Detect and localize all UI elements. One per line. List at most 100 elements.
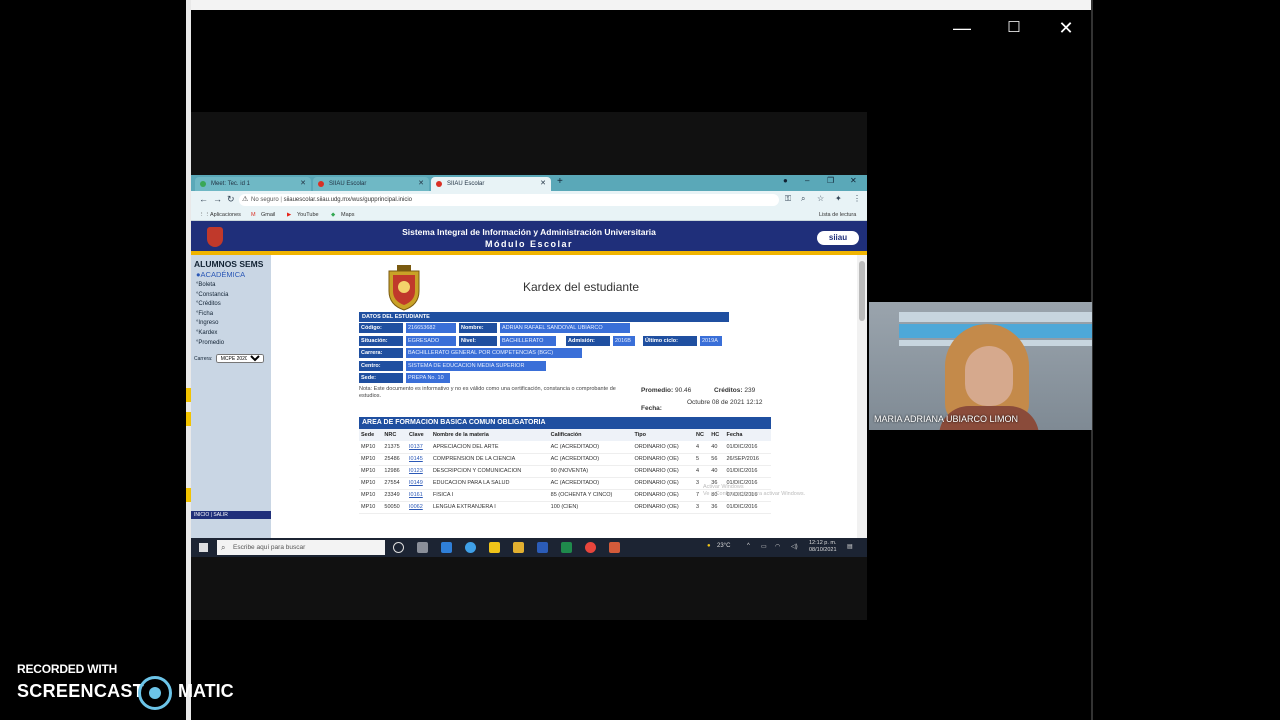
student-data: DATOS DEL ESTUDIANTE Código: 216653682 N…	[359, 312, 729, 385]
bookmark-youtube[interactable]: YouTube	[297, 209, 319, 221]
sidebar-item-constancia[interactable]: °Constancia	[191, 291, 271, 301]
siiau-header: Sistema Integral de Información y Admini…	[191, 221, 867, 255]
network-icon[interactable]: ▭	[761, 543, 767, 550]
cell-hc: 40	[709, 441, 725, 454]
reading-list[interactable]: Lista de lectura	[819, 209, 856, 221]
browser-close-icon[interactable]: ✕	[850, 176, 857, 185]
bookmark-maps[interactable]: Maps	[341, 209, 354, 221]
close-icon[interactable]: ✕	[1055, 17, 1077, 39]
header-subtitle: Módulo Escolar	[484, 239, 573, 249]
cortana-icon[interactable]	[393, 542, 404, 553]
maps-icon: ◆	[331, 212, 336, 218]
meet-favicon-icon	[200, 181, 206, 187]
youtube-icon: ▶	[287, 212, 292, 218]
new-tab-icon[interactable]: +	[557, 176, 563, 187]
student-data-header: DATOS DEL ESTUDIANTE	[359, 312, 729, 322]
col-sede: Sede	[359, 429, 383, 441]
cell-sede: MP10	[359, 441, 383, 454]
participant-video[interactable]: MARIA ADRIANA UBIARCO LIMON	[869, 302, 1092, 430]
profile-icon[interactable]: ●	[783, 176, 788, 185]
tab-close-icon[interactable]: ✕	[418, 177, 424, 191]
extension-icon[interactable]: ✦	[835, 194, 842, 203]
taskbar-clock[interactable]: 12:12 p. m. 08/10/2021	[809, 540, 837, 554]
sidebar-section-academica[interactable]: ●ACADÉMICA	[191, 269, 271, 281]
volume-icon[interactable]: ◁)	[791, 543, 798, 550]
sidebar-item-promedio[interactable]: °Promedio	[191, 339, 271, 349]
sidebar-item-boleta[interactable]: °Boleta	[191, 281, 271, 291]
cell-materia: COMPRENSION DE LA CIENCIA	[430, 453, 549, 466]
fecha-value: Octubre 08 de 2021 12:12	[687, 399, 763, 406]
siiau-logo[interactable]: siiau	[817, 231, 859, 245]
word-icon[interactable]	[537, 542, 548, 553]
gmail-icon: M	[251, 212, 256, 218]
clock-time: 12:12 p. m.	[809, 540, 837, 546]
taskbar-search[interactable]: ⌕ Escribe aquí para buscar	[217, 540, 385, 555]
excel-icon[interactable]	[561, 542, 572, 553]
maximize-icon[interactable]: ☐	[1003, 17, 1025, 39]
creditos-value: 239	[744, 387, 756, 394]
cell-sede: MP10	[359, 465, 383, 478]
sidebar-footer[interactable]: INICIO | SALIR	[191, 511, 271, 519]
cell-calificacion: AC (ACREDITADO)	[548, 453, 633, 466]
cell-hc: 40	[709, 465, 725, 478]
carrera-select[interactable]: MCPE 2020-A	[215, 354, 264, 364]
chrome-icon[interactable]	[585, 542, 596, 553]
cell-clave[interactable]: I0161	[407, 489, 431, 502]
cell-nc: 4	[694, 465, 710, 478]
cell-clave[interactable]: I0062	[407, 501, 431, 514]
cell-clave[interactable]: I0145	[407, 453, 431, 466]
reload-icon[interactable]: ↻	[227, 194, 235, 205]
forward-icon[interactable]: →	[213, 194, 222, 204]
browser-restore-icon[interactable]: ❐	[827, 176, 834, 185]
minimize-icon[interactable]: —	[951, 17, 973, 39]
tab-close-icon[interactable]: ✕	[300, 177, 306, 191]
zoom-icon[interactable]: ⌕	[801, 194, 805, 204]
paint-icon[interactable]	[609, 542, 620, 553]
menu-icon[interactable]: ⋮	[853, 194, 861, 203]
task-view-icon[interactable]	[417, 542, 428, 553]
col-nrc: NRC	[382, 429, 408, 441]
key-icon[interactable]: ⚿	[785, 194, 791, 204]
participant-name: MARIA ADRIANA UBIARCO LIMON	[874, 414, 1019, 424]
sidebar-item-creditos[interactable]: °Créditos	[191, 300, 271, 310]
nivel-label: Nivel:	[459, 335, 497, 346]
cell-materia: LENGUA EXTRANJERA I	[430, 501, 549, 514]
page-scrollbar[interactable]	[857, 255, 867, 549]
back-icon[interactable]: ←	[199, 194, 208, 204]
edge-icon[interactable]	[465, 542, 476, 553]
cell-calificacion: 85 (OCHENTA Y CINCO)	[548, 489, 633, 502]
table-row: MP10 25486 I0145 COMPRENSION DE LA CIENCIA A…	[359, 453, 771, 466]
tab-siiau-2[interactable]: SIIAU Escolar ✕	[431, 177, 551, 191]
wifi-icon[interactable]: ◠	[775, 543, 780, 550]
tab-meet[interactable]: Meet: Tec. id 1 ✕	[195, 177, 311, 191]
bookmark-gmail[interactable]: Gmail	[261, 209, 275, 221]
tray-chevron-icon[interactable]: ^	[747, 543, 750, 549]
security-label: No seguro	[251, 197, 279, 203]
file-explorer-icon[interactable]	[513, 542, 524, 553]
cell-clave[interactable]: I0123	[407, 465, 431, 478]
sidebar-item-kardex[interactable]: °Kardex	[191, 329, 271, 339]
cell-nrc: 23349	[382, 489, 408, 502]
cell-materia: APRECIACION DEL ARTE	[430, 441, 549, 454]
area-header: AREA DE FORMACION BASICA COMUN OBLIGATOR…	[359, 417, 771, 429]
browser-minimize-icon[interactable]: –	[805, 176, 809, 185]
sidebar-title: ALUMNOS SEMS	[194, 259, 264, 269]
notifications-icon[interactable]: ▤	[847, 543, 853, 550]
mail-icon[interactable]	[441, 542, 452, 553]
weather-temp[interactable]: 23°C	[717, 543, 730, 549]
cell-calificacion: AC (ACREDITADO)	[548, 477, 633, 490]
tab-close-icon[interactable]: ✕	[540, 177, 546, 191]
windows-start-icon[interactable]	[199, 543, 208, 552]
situacion-label: Situación:	[359, 335, 403, 346]
sede-value: PREPA No. 10	[406, 373, 450, 383]
sidebar-item-ingreso[interactable]: °Ingreso	[191, 319, 271, 329]
bookmark-apps[interactable]: Aplicaciones	[210, 209, 241, 221]
cell-clave[interactable]: I0149	[407, 477, 431, 490]
windows-activation-watermark: Activar Windows Ve a Configuración para …	[703, 484, 805, 498]
sidebar-item-ficha[interactable]: °Ficha	[191, 310, 271, 320]
address-bar[interactable]: ⚠ No seguro | siiauescolar.siiau.udg.mx/…	[239, 194, 779, 206]
tab-siiau-1[interactable]: SIIAU Escolar ✕	[313, 177, 429, 191]
star-icon[interactable]: ☆	[817, 194, 824, 203]
cell-clave[interactable]: I0137	[407, 441, 431, 454]
store-icon[interactable]	[489, 542, 500, 553]
